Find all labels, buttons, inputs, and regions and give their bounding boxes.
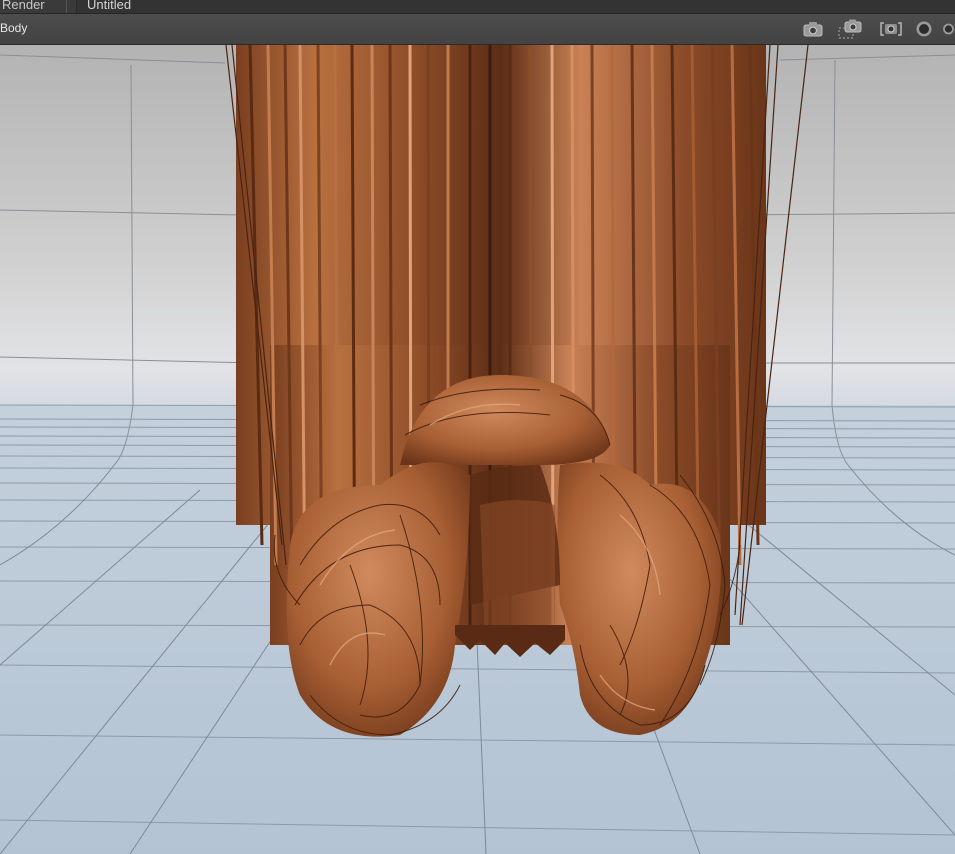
selection-label[interactable]: Body — [0, 21, 27, 35]
scene-render — [0, 45, 955, 854]
viewport-toolbar: Body — [0, 14, 955, 45]
render-final-icon[interactable] — [942, 17, 955, 41]
tab-divider — [66, 0, 67, 13]
3d-viewport[interactable] — [0, 45, 955, 854]
render-preview-icon[interactable] — [913, 17, 935, 41]
render-frame-icon[interactable] — [878, 17, 904, 41]
camera-icon[interactable] — [800, 17, 826, 41]
tab-document[interactable]: Untitled — [76, 0, 955, 13]
document-tab-bar: Render Untitled — [0, 0, 955, 14]
camera-region-icon[interactable] — [836, 17, 866, 41]
tab-render[interactable]: Render — [2, 0, 45, 13]
